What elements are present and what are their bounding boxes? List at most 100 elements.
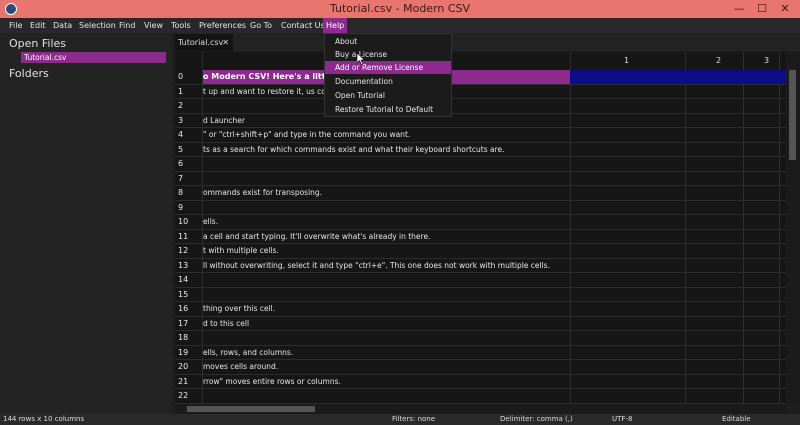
table-row[interactable]: 22 [175, 389, 786, 404]
row-number[interactable]: 4 [175, 128, 202, 142]
help-menu-about[interactable]: About [325, 35, 451, 48]
table-row[interactable]: 6 [175, 157, 786, 172]
column-header-2[interactable]: 2 [716, 52, 721, 70]
table-cell[interactable]: ells, rows, and columns. [203, 346, 743, 360]
table-cell[interactable] [203, 273, 743, 287]
table-cell[interactable]: a cell and start typing. It'll overwrite… [203, 230, 743, 244]
menu-edit[interactable]: Edit [27, 18, 49, 33]
table-row[interactable]: 13 ll without overwriting, select it and … [175, 259, 786, 273]
vertical-scrollbar[interactable] [786, 52, 800, 404]
tab-tutorial-csv[interactable]: Tutorial.csv ✕ [175, 34, 233, 51]
row-number[interactable]: 22 [175, 389, 202, 403]
table-row[interactable]: 17 d to this cell [175, 317, 786, 331]
menu-goto[interactable]: Go To [247, 18, 275, 33]
table-row[interactable]: 20 moves cells around. [175, 360, 786, 375]
table-row[interactable]: 11 a cell and start typing. It'll overwri… [175, 230, 786, 244]
row-number[interactable]: 9 [175, 201, 202, 215]
menu-view[interactable]: View [141, 18, 166, 33]
menu-tools[interactable]: Tools [168, 18, 194, 33]
close-window-button[interactable]: ✕ [773, 0, 797, 18]
row-number[interactable]: 17 [175, 317, 202, 331]
row-number[interactable]: 1 [175, 85, 202, 99]
table-cell[interactable]: o Modern CSV! Here's a little t [203, 70, 340, 84]
help-menu-buy-license[interactable]: Buy a License [325, 48, 451, 61]
row-number[interactable]: 0 [175, 70, 202, 84]
vertical-scroll-thumb[interactable] [789, 70, 796, 160]
open-file-item[interactable]: Tutorial.csv [21, 52, 166, 63]
menu-contact-us[interactable]: Contact Us [278, 18, 328, 33]
spreadsheet-grid[interactable]: 1 2 3 0o Modern CSV! Here's a little t1t… [175, 52, 786, 404]
table-cell[interactable]: " or "ctrl+shift+p" and type in the comm… [203, 128, 743, 142]
folders-heading[interactable]: Folders [9, 67, 49, 80]
row-number[interactable]: 10 [175, 215, 202, 229]
table-row[interactable]: 18 [175, 331, 786, 346]
row-number[interactable]: 8 [175, 186, 202, 200]
menu-data[interactable]: Data [50, 18, 75, 33]
row-number[interactable]: 20 [175, 360, 202, 374]
row-number[interactable]: 3 [175, 114, 202, 128]
row-number[interactable]: 19 [175, 346, 202, 360]
table-row[interactable]: 14 [175, 273, 786, 288]
table-row[interactable]: 12 t with multiple cells. [175, 244, 786, 259]
row-number[interactable]: 16 [175, 302, 202, 316]
tab-close-icon[interactable]: ✕ [222, 34, 229, 51]
table-row[interactable]: 2 [175, 99, 786, 114]
help-menu-documentation[interactable]: Documentation [325, 75, 451, 88]
column-header-1[interactable]: 1 [624, 52, 629, 70]
table-cell[interactable] [203, 331, 743, 345]
table-row[interactable]: 3d Launcher [175, 114, 786, 128]
table-cell[interactable]: ll without overwriting, select it and ty… [203, 259, 743, 273]
column-header-3[interactable]: 3 [764, 52, 769, 70]
table-cell[interactable]: t up and want to restore it, us command … [203, 85, 743, 99]
table-row[interactable]: 0o Modern CSV! Here's a little t [175, 70, 786, 85]
row-number[interactable]: 2 [175, 99, 202, 113]
table-cell[interactable]: thing over this cell. [203, 302, 743, 316]
table-cell[interactable] [203, 99, 743, 113]
row-number[interactable]: 15 [175, 288, 202, 302]
table-cell[interactable]: ts as a search for which commands exist … [203, 143, 743, 157]
table-row[interactable]: 7 [175, 172, 786, 186]
table-cell[interactable]: d to this cell [203, 317, 743, 331]
row-number[interactable]: 18 [175, 331, 202, 345]
table-cell[interactable]: ells. [203, 215, 743, 229]
table-cell[interactable]: moves cells around. [203, 360, 743, 374]
table-cell[interactable]: ommands exist for transposing. [203, 186, 743, 200]
help-menu-open-tutorial[interactable]: Open Tutorial [325, 89, 451, 102]
table-row[interactable]: 21 rrow" moves entire rows or columns. [175, 375, 786, 389]
row-number[interactable]: 12 [175, 244, 202, 258]
table-cell[interactable] [203, 157, 743, 171]
row-number[interactable]: 13 [175, 259, 202, 273]
table-row[interactable]: 4 " or "ctrl+shift+p" and type in the com… [175, 128, 786, 143]
table-row[interactable]: 15 [175, 288, 786, 302]
menu-help[interactable]: Help [323, 18, 348, 33]
table-row[interactable]: 10 ells. [175, 215, 786, 230]
row-number[interactable]: 11 [175, 230, 202, 244]
horizontal-scroll-thumb[interactable] [187, 406, 315, 412]
table-row[interactable]: 5 ts as a search for which commands exist… [175, 143, 786, 157]
table-row[interactable]: 1t up and want to restore it, us command… [175, 85, 786, 99]
table-cell[interactable] [203, 172, 743, 186]
menu-file[interactable]: File [6, 18, 25, 33]
help-menu-restore-tutorial[interactable]: Restore Tutorial to Default [325, 103, 451, 116]
table-row[interactable]: 8 ommands exist for transposing. [175, 186, 786, 201]
table-cell[interactable] [203, 288, 743, 302]
row-number[interactable]: 6 [175, 157, 202, 171]
horizontal-scrollbar[interactable] [175, 404, 786, 414]
row-number[interactable]: 7 [175, 172, 202, 186]
table-row[interactable]: 19 ells, rows, and columns. [175, 346, 786, 360]
table-cell[interactable] [203, 389, 743, 403]
help-menu-add-remove-license[interactable]: Add or Remove License [325, 61, 451, 74]
maximize-button[interactable]: ☐ [752, 0, 772, 18]
table-row[interactable]: 9 [175, 201, 786, 215]
table-cell[interactable] [203, 201, 743, 215]
row-number[interactable]: 14 [175, 273, 202, 287]
menu-find[interactable]: Find [116, 18, 138, 33]
table-cell[interactable]: t with multiple cells. [203, 244, 743, 258]
row-number[interactable]: 5 [175, 143, 202, 157]
menu-preferences[interactable]: Preferences [196, 18, 249, 33]
table-cell[interactable]: d Launcher [203, 114, 743, 128]
minimize-button[interactable]: — [728, 0, 750, 18]
row-number[interactable]: 21 [175, 375, 202, 389]
menu-selection[interactable]: Selection [76, 18, 119, 33]
table-row[interactable]: 16 thing over this cell. [175, 302, 786, 317]
